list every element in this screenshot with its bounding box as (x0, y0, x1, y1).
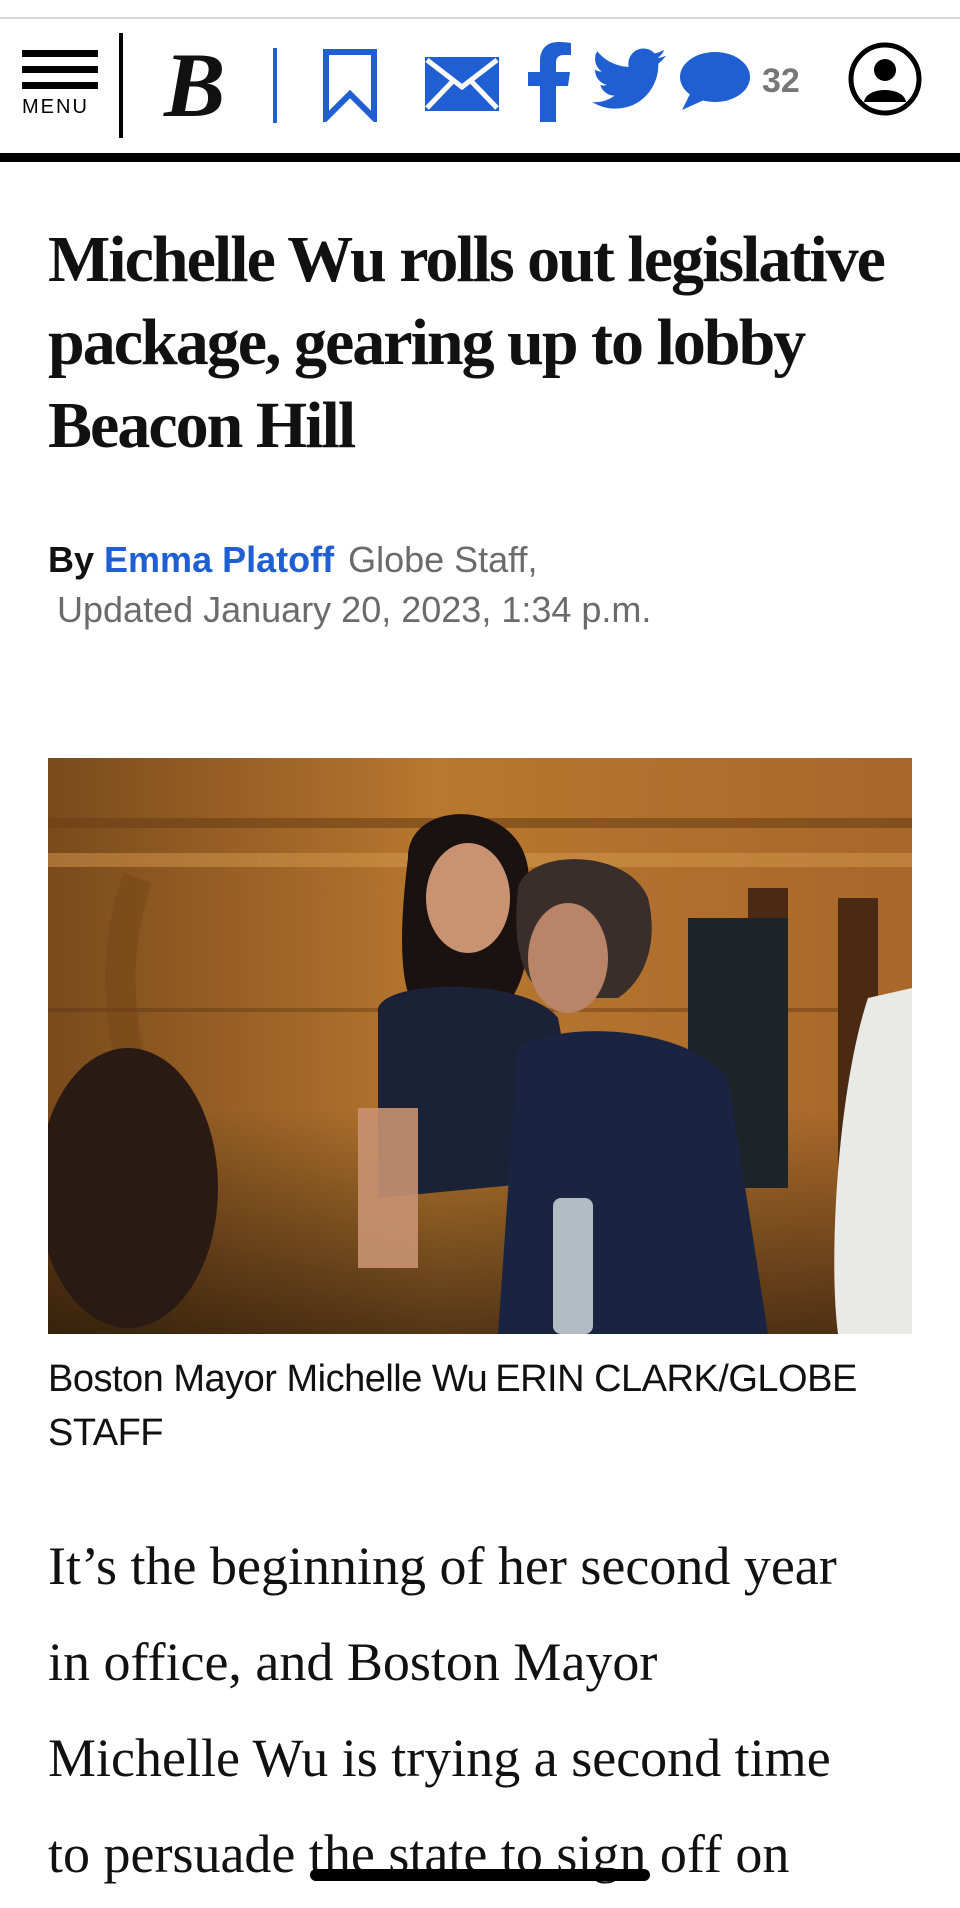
header-divider (119, 33, 123, 138)
twitter-icon[interactable] (592, 48, 666, 115)
comment-icon[interactable] (678, 50, 752, 117)
email-share-icon[interactable] (425, 57, 499, 116)
author-affiliation: Globe Staff, (348, 539, 538, 580)
caption-text: Boston Mayor Michelle Wu (48, 1358, 488, 1400)
hamburger-icon-bar (22, 66, 98, 73)
body-line: Michelle Wu is trying a second time (48, 1728, 831, 1788)
article-photo (48, 758, 912, 1334)
header-divider-blue (273, 48, 277, 123)
facebook-icon[interactable] (528, 42, 572, 127)
body-line: in office, and Boston Mayor (48, 1632, 658, 1692)
top-nav-bar: MENU B 32 (0, 20, 960, 162)
menu-label: MENU (22, 96, 89, 118)
bookmark-icon[interactable] (322, 48, 378, 127)
globe-logo[interactable]: B (160, 34, 236, 136)
author-link[interactable]: Emma Platoff (104, 539, 334, 580)
hamburger-icon-bar (22, 82, 98, 89)
home-indicator[interactable] (310, 1869, 650, 1881)
photo-caption: Boston Mayor Michelle Wu ERIN CLARK/GLOBE… (48, 1352, 908, 1460)
article-body: It’s the beginning of her second year in… (48, 1518, 928, 1902)
menu-button[interactable]: MENU (22, 50, 98, 119)
body-line: It’s the beginning of her second year (48, 1536, 837, 1596)
logo-letter: B (163, 40, 225, 130)
top-divider (0, 17, 960, 19)
hamburger-icon (22, 50, 98, 57)
account-icon[interactable] (848, 42, 922, 121)
byline: By Emma Platoff Globe Staff, (48, 535, 538, 585)
updated-timestamp: Updated January 20, 2023, 1:34 p.m. (57, 589, 652, 630)
by-label: By (48, 539, 95, 580)
comment-count[interactable]: 32 (762, 62, 800, 101)
body-line: to persuade the state to sign off on (48, 1824, 790, 1884)
article-headline: Michelle Wu rolls out legislative packag… (48, 223, 886, 462)
